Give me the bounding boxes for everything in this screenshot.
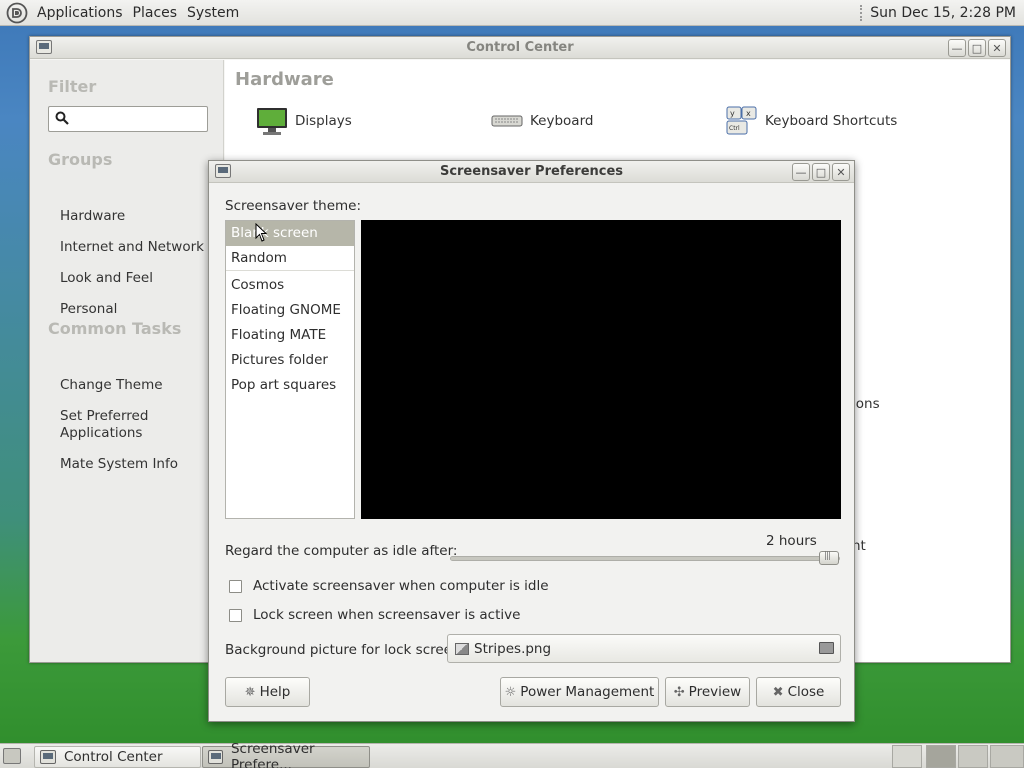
main-menu: Applications Places System: [0, 0, 244, 26]
group-personal[interactable]: Personal: [60, 301, 117, 318]
workspace-3[interactable]: [990, 745, 1024, 768]
minimize-button[interactable]: —: [792, 163, 810, 181]
places-menu[interactable]: Places: [128, 5, 183, 21]
keyboard-shortcuts-label: Keyboard Shortcuts: [765, 113, 898, 129]
taskbar-label: Control Center: [64, 749, 163, 765]
workspace-1[interactable]: [926, 745, 956, 768]
displays-label: Displays: [295, 113, 352, 129]
show-desktop-icon[interactable]: [3, 748, 21, 764]
theme-item-floating-mate[interactable]: Floating MATE: [226, 323, 354, 348]
theme-item-floating-gnome[interactable]: Floating GNOME: [226, 298, 354, 323]
system-menu[interactable]: System: [182, 5, 244, 21]
preview-button-label: Preview: [688, 684, 742, 700]
slider-fill: [451, 557, 839, 560]
control-center-titlebar[interactable]: Control Center — □ ✕: [30, 37, 1010, 59]
window-controls: — □ ✕: [792, 163, 850, 181]
theme-item-pop-art-squares[interactable]: Pop art squares: [226, 373, 354, 398]
screensaver-preview: [361, 220, 841, 519]
maximize-button[interactable]: □: [812, 163, 830, 181]
help-icon: ✵: [244, 684, 256, 700]
task-mate-system-info[interactable]: Mate System Info: [60, 456, 178, 473]
background-picture-chooser[interactable]: Stripes.png: [447, 634, 841, 663]
clock[interactable]: Sun Dec 15, 2:28 PM: [870, 5, 1016, 21]
lock-screen-row[interactable]: Lock screen when screensaver is active: [229, 607, 520, 623]
activate-screensaver-checkbox[interactable]: [229, 579, 242, 593]
power-icon: ☼: [504, 684, 517, 700]
idle-value: 2 hours: [766, 533, 817, 549]
partially-hidden-item-label[interactable]: ions: [852, 396, 880, 412]
monitor-icon: [257, 108, 287, 135]
svg-text:Ctrl: Ctrl: [729, 125, 740, 132]
applications-menu[interactable]: Applications: [32, 5, 128, 21]
groups-heading: Groups: [48, 150, 113, 169]
image-file-icon: [455, 642, 469, 655]
lock-screen-checkbox[interactable]: [229, 608, 242, 622]
taskbar-control-center[interactable]: Control Center: [34, 746, 201, 768]
power-management-button[interactable]: ☼ Power Management: [500, 677, 659, 707]
group-look-and-feel[interactable]: Look and Feel: [60, 270, 153, 287]
close-icon: ✖: [772, 684, 784, 700]
keyboard-shortcuts-item[interactable]: y x Ctrl Keyboard Shortcuts: [725, 104, 897, 138]
svg-text:y: y: [730, 109, 735, 118]
keyboard-item[interactable]: Keyboard: [490, 104, 593, 138]
group-internet-and-network[interactable]: Internet and Network: [60, 239, 204, 256]
notification-area-icon[interactable]: [892, 745, 922, 768]
common-tasks-heading: Common Tasks: [48, 319, 182, 338]
taskbar-screensaver-preferences[interactable]: Screensaver Prefere...: [202, 741, 370, 768]
category-heading: Hardware: [235, 69, 334, 90]
bottom-panel: Control Center Screensaver Prefere...: [0, 741, 1024, 768]
close-button[interactable]: ✕: [988, 39, 1006, 57]
theme-item-random[interactable]: Random: [226, 246, 354, 271]
theme-item-blank-screen[interactable]: Blank screen: [226, 221, 354, 246]
control-center-sidebar: Filter Groups Hardware Internet and Netw…: [30, 60, 224, 662]
close-button-label: Close: [787, 684, 825, 700]
mate-logo-icon[interactable]: [6, 2, 28, 24]
close-button[interactable]: ✕: [832, 163, 850, 181]
window-icon: [40, 750, 56, 764]
preview-button[interactable]: ✣ Preview: [665, 677, 750, 707]
help-button[interactable]: ✵ Help: [225, 677, 310, 707]
top-panel: Applications Places System Sun Dec 15, 2…: [0, 0, 1024, 26]
folder-icon: [819, 642, 834, 654]
idle-delay-slider[interactable]: [450, 551, 840, 565]
keyboard-shortcuts-icon: y x Ctrl: [726, 106, 757, 135]
close-dialog-button[interactable]: ✖ Close: [756, 677, 841, 707]
screensaver-preferences-window: Screensaver Preferences — □ ✕ Screensave…: [208, 160, 855, 722]
taskbar-label: Screensaver Prefere...: [230, 741, 315, 768]
filter-search-input[interactable]: [48, 106, 208, 132]
window-title: Control Center: [466, 40, 574, 55]
theme-item-pictures-folder[interactable]: Pictures folder: [226, 348, 354, 373]
theme-list[interactable]: Blank screen Random Cosmos Floating GNOM…: [225, 220, 355, 519]
svg-text:x: x: [746, 109, 751, 118]
preview-icon: ✣: [673, 684, 685, 700]
minimize-button[interactable]: —: [948, 39, 966, 57]
task-change-theme[interactable]: Change Theme: [60, 377, 163, 394]
keyboard-icon: [491, 115, 523, 127]
mouse-cursor-icon: [255, 223, 268, 242]
activate-screensaver-row[interactable]: Activate screensaver when computer is id…: [229, 578, 549, 594]
power-management-label: Power Management: [520, 684, 655, 700]
panel-separator: [860, 4, 863, 21]
window-title: Screensaver Preferences: [439, 164, 624, 179]
workspace-2[interactable]: [958, 745, 988, 768]
search-icon: [55, 111, 69, 125]
screensaver-titlebar[interactable]: Screensaver Preferences — □ ✕: [209, 161, 854, 183]
idle-label: Regard the computer as idle after:: [225, 543, 458, 559]
lock-screen-label[interactable]: Lock screen when screensaver is active: [253, 607, 520, 623]
displays-item[interactable]: Displays: [255, 104, 352, 138]
activate-screensaver-label[interactable]: Activate screensaver when computer is id…: [253, 578, 549, 594]
filter-heading: Filter: [48, 77, 97, 96]
group-hardware[interactable]: Hardware: [60, 208, 125, 225]
task-set-preferred-applications[interactable]: Set Preferred Applications: [60, 408, 190, 442]
window-controls: — □ ✕: [948, 39, 1006, 57]
theme-item-cosmos[interactable]: Cosmos: [226, 273, 354, 298]
window-icon: [208, 750, 223, 764]
slider-handle[interactable]: [819, 551, 839, 565]
keyboard-label: Keyboard: [530, 113, 594, 129]
theme-label: Screensaver theme:: [225, 198, 362, 214]
background-file-name: Stripes.png: [474, 640, 552, 657]
maximize-button[interactable]: □: [968, 39, 986, 57]
background-picture-label: Background picture for lock screen:: [225, 642, 466, 658]
help-button-label: Help: [259, 684, 291, 700]
